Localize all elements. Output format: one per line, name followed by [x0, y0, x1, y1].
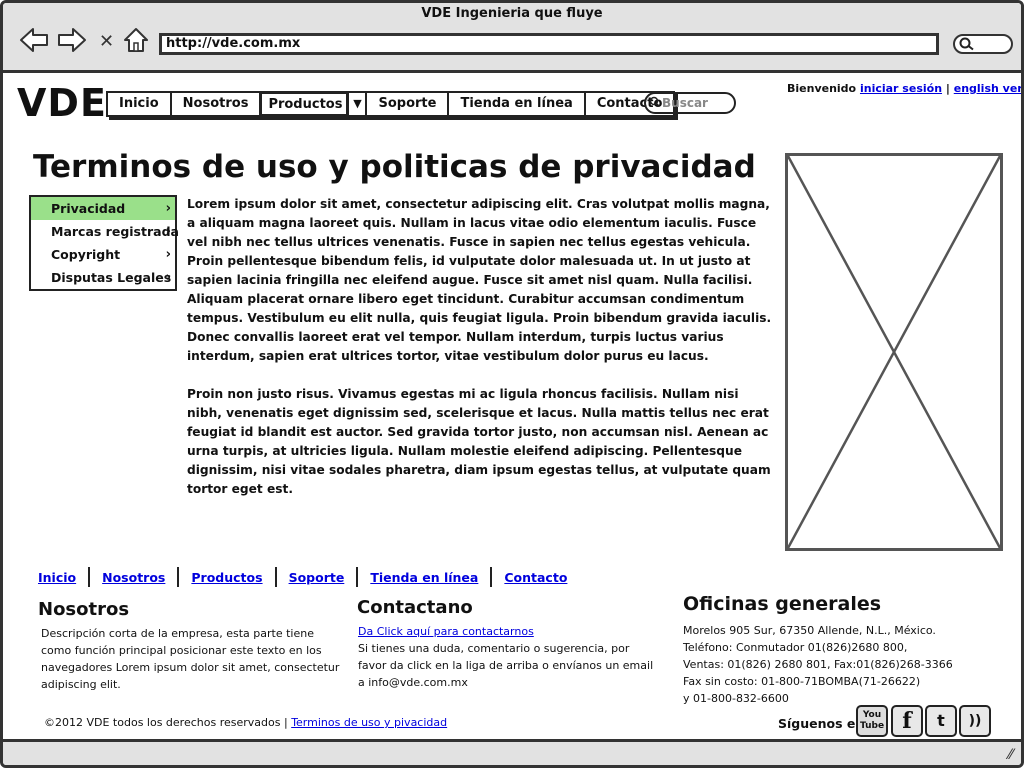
twitter-glyph: t: [937, 711, 945, 730]
page-title: Terminos de uso y politicas de privacida…: [33, 149, 756, 185]
search-icon: [649, 94, 661, 114]
sidemenu-item-label: Disputas Legales: [51, 270, 172, 285]
side-menu: Privacidad › Marcas registrada › Copyrig…: [29, 195, 179, 291]
welcome-text: Bienvenido: [787, 82, 857, 95]
youtube-glyph: You Tube: [859, 710, 885, 731]
contact-link[interactable]: Da Click aquí para contactarnos: [358, 625, 534, 638]
sidemenu-item-label: Copyright: [51, 247, 121, 262]
footer-contact-title: Contactano: [357, 597, 473, 618]
twitter-icon[interactable]: t: [925, 705, 957, 737]
chevron-down-icon[interactable]: ▼: [347, 93, 365, 115]
resize-grip-icon[interactable]: ⁄⁄: [1008, 747, 1013, 763]
footer-contact-block: Da Click aquí para contactarnos Si tiene…: [358, 623, 660, 691]
footer-link-productos[interactable]: Productos: [191, 570, 262, 585]
nav-nosotros[interactable]: Nosotros: [172, 93, 262, 115]
welcome-separator: |: [945, 82, 950, 95]
sidemenu-item-label: Privacidad: [51, 201, 126, 216]
footer-contact-text: Si tienes una duda, comentario o sugeren…: [358, 642, 654, 689]
chevron-right-icon: ›: [165, 270, 171, 285]
copyright-bar: ©2012 VDE todos los derechos reservados …: [44, 716, 447, 729]
footer-link-tienda[interactable]: Tienda en línea: [370, 570, 478, 585]
forward-arrow-icon[interactable]: [57, 27, 87, 57]
nav-productos-dropdown[interactable]: Productos ▼: [261, 93, 368, 115]
login-link[interactable]: iniciar sesión: [860, 82, 942, 95]
footer-offices-block: Morelos 905 Sur, 67350 Allende, N.L., Mé…: [683, 622, 973, 707]
window-title: VDE Ingenieria que fluye: [421, 6, 603, 21]
image-placeholder: [785, 153, 1003, 551]
url-bar[interactable]: http://vde.com.mx: [159, 33, 939, 55]
nav-inicio[interactable]: Inicio: [108, 93, 172, 115]
footer-link-nosotros[interactable]: Nosotros: [102, 570, 165, 585]
footer-offices-title: Oficinas generales: [683, 593, 882, 615]
footer-link-contacto[interactable]: Contacto: [504, 570, 567, 585]
copyright-separator: |: [283, 716, 288, 729]
nav-productos[interactable]: Productos: [261, 93, 348, 115]
main-content: Lorem ipsum dolor sit amet, consectetur …: [187, 195, 775, 499]
nav-tienda[interactable]: Tienda en línea: [449, 93, 586, 115]
content-paragraph: Lorem ipsum dolor sit amet, consectetur …: [187, 197, 772, 363]
home-icon[interactable]: [123, 27, 149, 57]
youtube-icon[interactable]: You Tube: [856, 705, 888, 737]
content-paragraph: Proin non justo risus. Vivamus egestas m…: [187, 387, 771, 496]
back-arrow-icon[interactable]: [19, 27, 49, 57]
rss-icon[interactable]: )): [959, 705, 991, 737]
sidemenu-item-disputas[interactable]: Disputas Legales ›: [31, 266, 175, 289]
sidemenu-item-privacidad[interactable]: Privacidad ›: [31, 197, 175, 220]
stop-icon[interactable]: ✕: [99, 30, 114, 54]
browser-search-field[interactable]: [953, 34, 1013, 54]
divider: [274, 567, 277, 587]
browser-window: VDE Ingenieria que fluye ✕ http://vde.co…: [0, 0, 1024, 768]
divider: [88, 567, 91, 587]
browser-toolbar: VDE Ingenieria que fluye ✕ http://vde.co…: [3, 3, 1021, 73]
divider: [356, 567, 359, 587]
status-bar: ⁄⁄: [3, 739, 1021, 765]
terms-link[interactable]: Terminos de uso y pivacidad: [291, 716, 447, 729]
search-placeholder: Buscar: [662, 96, 708, 110]
footer-link-inicio[interactable]: Inicio: [38, 570, 76, 585]
facebook-glyph: f: [902, 708, 912, 734]
site-logo[interactable]: VDE: [17, 81, 107, 125]
search-icon: [959, 37, 975, 54]
office-phone: Teléfono: Conmutador 01(826)2680 800,: [683, 641, 908, 654]
copyright-text: ©2012 VDE todos los derechos reservados: [44, 716, 281, 729]
nav-soporte[interactable]: Soporte: [367, 93, 450, 115]
footer-about-title: Nosotros: [38, 599, 130, 620]
office-tollfree: Fax sin costo: 01-800-71BOMBA(71-26622): [683, 675, 921, 688]
main-nav: Inicio Nosotros Productos ▼ Soporte Tien…: [106, 91, 676, 117]
office-sales: Ventas: 01(826) 2680 801, Fax:01(826)268…: [683, 658, 953, 671]
site-search-input[interactable]: Buscar: [644, 92, 736, 114]
footer-about-text: Descripción corta de la empresa, esta pa…: [41, 627, 340, 691]
facebook-icon[interactable]: f: [891, 705, 923, 737]
welcome-bar: Bienvenido iniciar sesión | english vers…: [787, 82, 1021, 95]
sidemenu-item-label: Marcas registrada: [51, 224, 179, 239]
sidemenu-item-marcas[interactable]: Marcas registrada ›: [31, 220, 179, 243]
divider: [177, 567, 180, 587]
chevron-right-icon: ›: [165, 247, 171, 262]
office-address: Morelos 905 Sur, 67350 Allende, N.L., Mé…: [683, 624, 936, 637]
chevron-right-icon: ›: [165, 201, 171, 216]
footer-nav: Inicio Nosotros Productos Soporte Tienda…: [38, 567, 567, 587]
rss-glyph: )): [968, 713, 982, 729]
english-version-link[interactable]: english version: [954, 82, 1021, 95]
chevron-right-icon: ›: [165, 224, 171, 239]
footer-link-soporte[interactable]: Soporte: [289, 570, 345, 585]
divider: [490, 567, 493, 587]
sidemenu-item-copyright[interactable]: Copyright ›: [31, 243, 175, 266]
